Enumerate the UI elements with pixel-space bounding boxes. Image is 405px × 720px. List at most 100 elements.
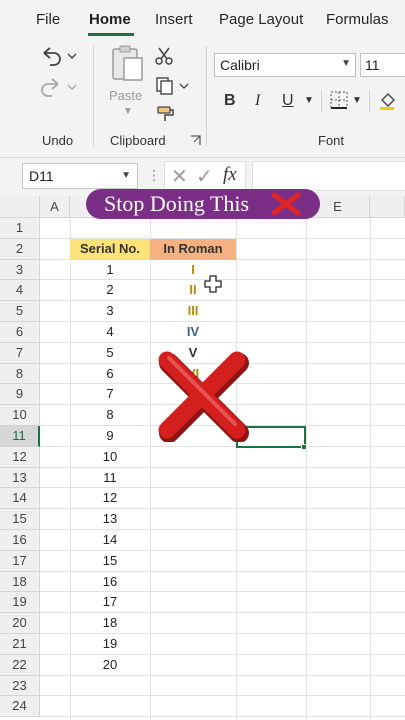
- column-gridline: [370, 218, 371, 720]
- serial-cell[interactable]: 13: [70, 509, 150, 530]
- undo-group-label: Undo: [42, 133, 74, 148]
- formula-input[interactable]: [252, 161, 405, 191]
- serial-cell[interactable]: 16: [70, 572, 150, 593]
- row-header[interactable]: 22: [0, 654, 40, 676]
- name-box[interactable]: D11 ▼: [22, 163, 138, 189]
- red-cross-icon: [271, 192, 301, 216]
- row-header[interactable]: 11: [0, 426, 40, 447]
- serial-cell[interactable]: 12: [70, 488, 150, 509]
- row-header[interactable]: 2: [0, 238, 40, 260]
- italic-button[interactable]: I: [255, 92, 260, 110]
- enter-check-icon[interactable]: ✓: [196, 164, 213, 189]
- fill-handle[interactable]: [301, 443, 307, 450]
- row-header[interactable]: 17: [0, 550, 40, 572]
- font-size-value: 11: [365, 57, 380, 73]
- row-header[interactable]: 7: [0, 342, 40, 364]
- roman-cell[interactable]: II: [150, 280, 236, 301]
- undo-icon[interactable]: [38, 45, 78, 67]
- borders-dropdown-icon[interactable]: ▼: [352, 95, 362, 106]
- serial-cell[interactable]: 9: [70, 426, 150, 447]
- tab-insert[interactable]: Insert: [155, 11, 193, 28]
- spreadsheet-grid[interactable]: A B C D E 123456789101112131415161718192…: [0, 196, 405, 720]
- big-red-cross-icon: [158, 351, 249, 442]
- row-header[interactable]: 21: [0, 634, 40, 655]
- bold-button[interactable]: B: [224, 92, 236, 110]
- more-options-icon[interactable]: ⋮: [147, 167, 161, 184]
- row-header[interactable]: 9: [0, 384, 40, 406]
- row-header[interactable]: 10: [0, 405, 40, 426]
- roman-cell[interactable]: I: [150, 260, 236, 281]
- ribbon-divider: [206, 46, 207, 146]
- ribbon-tabs: File Home Insert Page Layout Formulas: [0, 0, 405, 38]
- serial-cell[interactable]: 14: [70, 530, 150, 551]
- serial-cell[interactable]: 3: [70, 301, 150, 322]
- serial-header-cell[interactable]: Serial No.: [70, 238, 150, 260]
- column-header-f[interactable]: [370, 196, 405, 218]
- serial-cell[interactable]: 2: [70, 280, 150, 301]
- copy-icon[interactable]: [155, 76, 189, 96]
- dialog-launcher-icon[interactable]: [190, 135, 201, 146]
- row-header[interactable]: 8: [0, 363, 40, 385]
- serial-cell[interactable]: 1: [70, 260, 150, 281]
- font-name-select[interactable]: Calibri ▼: [214, 53, 356, 77]
- cut-icon[interactable]: [155, 46, 173, 66]
- serial-cell[interactable]: 8: [70, 405, 150, 426]
- chevron-down-icon: ▼: [121, 170, 131, 181]
- row-header[interactable]: 20: [0, 613, 40, 634]
- serial-cell[interactable]: 18: [70, 613, 150, 634]
- fill-color-icon[interactable]: [378, 91, 405, 111]
- row-header[interactable]: 3: [0, 259, 40, 281]
- row-header[interactable]: 23: [0, 675, 40, 697]
- row-header[interactable]: 4: [0, 280, 40, 302]
- row-header[interactable]: 16: [0, 530, 40, 551]
- serial-cell[interactable]: 20: [70, 655, 150, 676]
- redo-icon[interactable]: [38, 76, 78, 98]
- ribbon: Undo Paste ▼ Clipboard Calibri ▼ 11 B I …: [0, 38, 405, 158]
- serial-cell[interactable]: 15: [70, 551, 150, 572]
- row-header[interactable]: 1: [0, 218, 40, 239]
- roman-cell[interactable]: III: [150, 301, 236, 322]
- row-header[interactable]: 15: [0, 509, 40, 530]
- serial-cell[interactable]: 17: [70, 592, 150, 613]
- banner-text: Stop Doing This: [104, 191, 250, 216]
- font-group-label: Font: [318, 133, 345, 148]
- tab-file[interactable]: File: [36, 11, 60, 28]
- row-header[interactable]: 14: [0, 488, 40, 510]
- row-header[interactable]: 12: [0, 446, 40, 468]
- tab-formulas[interactable]: Formulas: [326, 11, 389, 28]
- font-size-select[interactable]: 11: [360, 53, 405, 77]
- row-header[interactable]: 6: [0, 322, 40, 343]
- row-header[interactable]: 24: [0, 696, 40, 718]
- cancel-icon[interactable]: ✕: [171, 164, 188, 189]
- paste-dropdown-icon[interactable]: ▼: [123, 106, 133, 117]
- serial-cell[interactable]: 10: [70, 447, 150, 468]
- format-painter-icon[interactable]: [156, 104, 176, 124]
- select-all-corner[interactable]: [0, 196, 40, 218]
- serial-cell[interactable]: 11: [70, 468, 150, 489]
- roman-cell[interactable]: IV: [150, 322, 236, 343]
- serial-cell[interactable]: 6: [70, 364, 150, 385]
- row-header[interactable]: 13: [0, 467, 40, 489]
- serial-cell[interactable]: 7: [70, 384, 150, 405]
- formula-buttons: ✕ ✓ fx: [164, 161, 246, 191]
- roman-header-cell[interactable]: In Roman: [150, 238, 236, 260]
- serial-cell[interactable]: 5: [70, 343, 150, 364]
- underline-dropdown-icon[interactable]: ▼: [304, 95, 314, 106]
- tab-page-layout[interactable]: Page Layout: [219, 11, 303, 28]
- paste-icon[interactable]: [110, 44, 144, 82]
- column-gridline: [306, 218, 307, 720]
- serial-cell[interactable]: 4: [70, 322, 150, 343]
- underline-button[interactable]: U: [282, 92, 294, 110]
- active-tab-indicator: [88, 33, 134, 36]
- paste-label[interactable]: Paste: [109, 88, 142, 103]
- row-header[interactable]: 18: [0, 571, 40, 593]
- column-header-a[interactable]: A: [40, 196, 70, 218]
- row-header[interactable]: 5: [0, 301, 40, 322]
- borders-icon[interactable]: [330, 91, 348, 109]
- column-gridline: [236, 218, 237, 720]
- insert-function-button[interactable]: fx: [223, 164, 237, 186]
- tab-home[interactable]: Home: [89, 11, 131, 28]
- cell-cursor-icon: [204, 275, 222, 293]
- row-header[interactable]: 19: [0, 592, 40, 614]
- serial-cell[interactable]: 19: [70, 634, 150, 655]
